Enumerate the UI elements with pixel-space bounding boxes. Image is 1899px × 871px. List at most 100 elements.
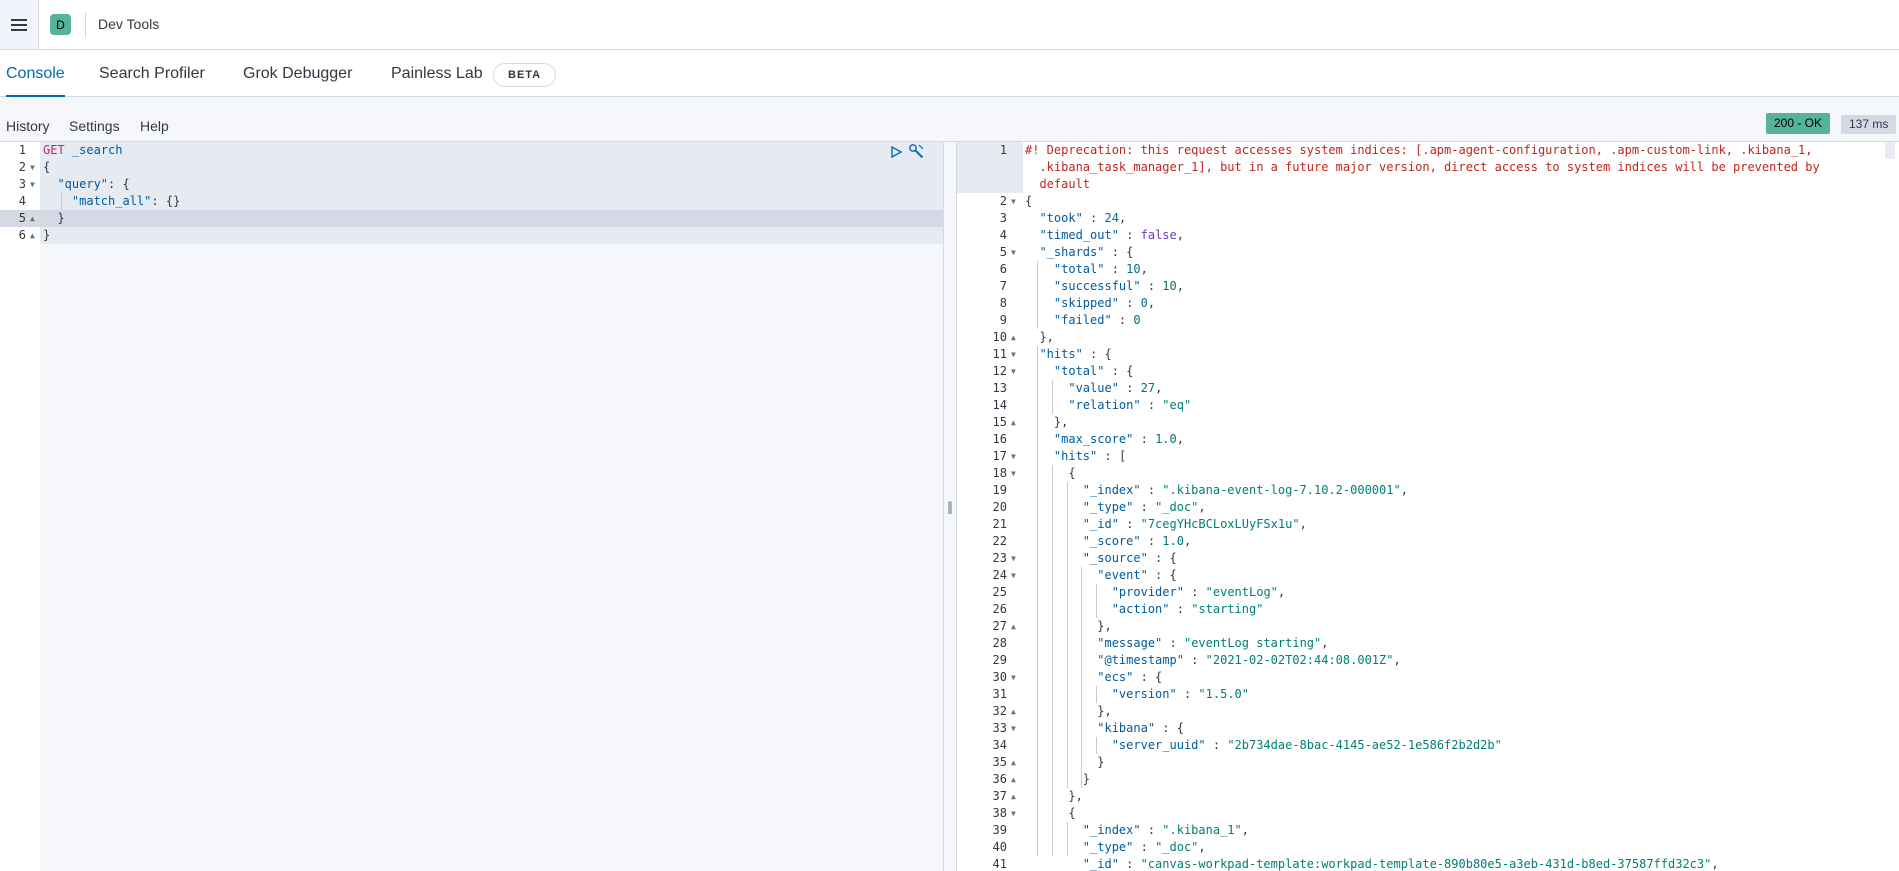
code-token: : {: [1133, 670, 1163, 684]
line-number: 32: [992, 704, 1007, 718]
code-token: {: [1025, 466, 1076, 480]
response-viewer[interactable]: 1 #! Deprecation: this request accesses s…: [957, 142, 1899, 871]
indent-guide: [1096, 737, 1097, 754]
indent-guide: [61, 193, 62, 210]
code-line: "skipped" : 0,: [1025, 295, 1155, 312]
fold-end-icon[interactable]: ▲: [1011, 414, 1016, 431]
fold-collapse-icon[interactable]: ▼: [30, 159, 35, 176]
code-line: "_source" : {: [1025, 550, 1177, 567]
line-number: 17: [992, 449, 1007, 463]
code-token: ,: [1241, 823, 1249, 837]
code-line: "max_score" : 1.0,: [1025, 431, 1184, 448]
code-line: GET _search: [43, 142, 123, 159]
code-token: ,: [1277, 585, 1286, 599]
line-number: 26: [992, 602, 1007, 616]
code-token: :: [1140, 823, 1163, 837]
code-token: "_type": [1082, 840, 1134, 854]
fold-end-icon[interactable]: ▲: [1011, 754, 1016, 771]
fold-collapse-icon[interactable]: ▼: [1011, 669, 1016, 686]
fold-collapse-icon[interactable]: ▼: [1011, 448, 1016, 465]
fold-collapse-icon[interactable]: ▼: [1011, 567, 1016, 584]
response-time-badge: 137 ms: [1841, 115, 1897, 134]
code-token: :: [1104, 262, 1127, 276]
code-token: "value": [1068, 381, 1119, 395]
line-number: 27: [992, 619, 1007, 633]
fold-collapse-icon[interactable]: ▼: [1011, 465, 1016, 482]
fold-end-icon[interactable]: ▲: [30, 210, 35, 227]
code-token: "_doc": [1155, 840, 1199, 854]
response-scrollbar[interactable]: [1885, 142, 1895, 159]
fold-end-icon[interactable]: ▲: [30, 227, 35, 244]
fold-collapse-icon[interactable]: ▼: [30, 176, 35, 193]
code-token: }: [43, 211, 65, 225]
request-editor[interactable]: 1 GET _search 2 ▼ {3 ▼ "query": {4 "match_all…: [0, 142, 943, 871]
deprecation-warning: default: [1025, 177, 1091, 191]
fold-end-icon[interactable]: ▲: [1011, 788, 1016, 805]
help-link[interactable]: Help: [140, 118, 169, 134]
fold-collapse-icon[interactable]: ▼: [1011, 363, 1016, 380]
line-number: 29: [992, 653, 1007, 667]
code-token: "7cegYHcBCLoxLUyFSx1u": [1140, 517, 1300, 531]
line-number: 24: [992, 568, 1007, 582]
code-token: :: [1183, 653, 1206, 667]
line-number: 8: [999, 296, 1007, 310]
fold-end-icon[interactable]: ▲: [1011, 703, 1016, 720]
code-line: "version" : "1.5.0": [1025, 686, 1249, 703]
line-number: 19: [992, 483, 1007, 497]
code-token: : [: [1097, 449, 1127, 463]
fold-collapse-icon[interactable]: ▼: [1011, 346, 1016, 363]
fold-collapse-icon[interactable]: ▼: [1011, 244, 1016, 261]
code-token: : {}: [151, 194, 181, 208]
code-token: :: [1118, 296, 1141, 310]
code-line: }: [43, 227, 50, 244]
tab-console[interactable]: Console: [6, 50, 65, 97]
code-line: {: [1025, 805, 1075, 822]
code-token: :: [1133, 432, 1156, 446]
code-token: :: [1140, 398, 1163, 412]
fold-collapse-icon[interactable]: ▼: [1011, 550, 1016, 567]
indent-guide: [1052, 380, 1053, 414]
code-token: 10: [1162, 279, 1177, 293]
code-token: :: [1082, 211, 1105, 225]
fold-collapse-icon[interactable]: ▼: [1011, 720, 1016, 737]
fold-collapse-icon[interactable]: ▼: [1011, 193, 1016, 210]
code-token: 1.0: [1162, 534, 1184, 548]
line-number: 5: [18, 211, 26, 225]
play-icon[interactable]: [889, 145, 903, 159]
line-number: 2: [18, 160, 26, 174]
history-link[interactable]: History: [6, 118, 50, 134]
tab-grok-debugger[interactable]: Grok Debugger: [243, 50, 352, 97]
code-token: "ecs": [1097, 670, 1134, 684]
line-number: 41: [992, 857, 1007, 871]
code-token: ,: [1198, 840, 1206, 854]
fold-end-icon[interactable]: ▲: [1011, 329, 1016, 346]
wrench-icon[interactable]: [908, 143, 925, 160]
line-number: 12: [992, 364, 1007, 378]
tab-painless-lab[interactable]: Painless Lab: [391, 50, 483, 97]
code-token: "_id": [1082, 857, 1119, 871]
line-number: 2: [999, 194, 1007, 208]
fold-end-icon[interactable]: ▲: [1011, 771, 1016, 788]
fold-collapse-icon[interactable]: ▼: [1011, 805, 1016, 822]
fold-end-icon[interactable]: ▲: [1011, 618, 1016, 635]
hamburger-menu-icon[interactable]: [0, 0, 39, 49]
tab-search-profiler[interactable]: Search Profiler: [99, 50, 205, 97]
code-token: 24: [1104, 211, 1119, 225]
space-avatar[interactable]: D: [50, 14, 71, 35]
code-token: "max_score": [1053, 432, 1134, 446]
code-token: "provider": [1111, 585, 1184, 599]
panel-resize-handle[interactable]: ‖: [943, 142, 957, 871]
code-token: "eq": [1162, 398, 1192, 412]
line-number: 9: [999, 313, 1007, 327]
breadcrumb-dev-tools[interactable]: Dev Tools: [98, 16, 159, 32]
code-token: ,: [1155, 381, 1163, 395]
line-number: 15: [992, 415, 1007, 429]
code-token: "action": [1111, 602, 1170, 616]
settings-link[interactable]: Settings: [69, 118, 120, 134]
